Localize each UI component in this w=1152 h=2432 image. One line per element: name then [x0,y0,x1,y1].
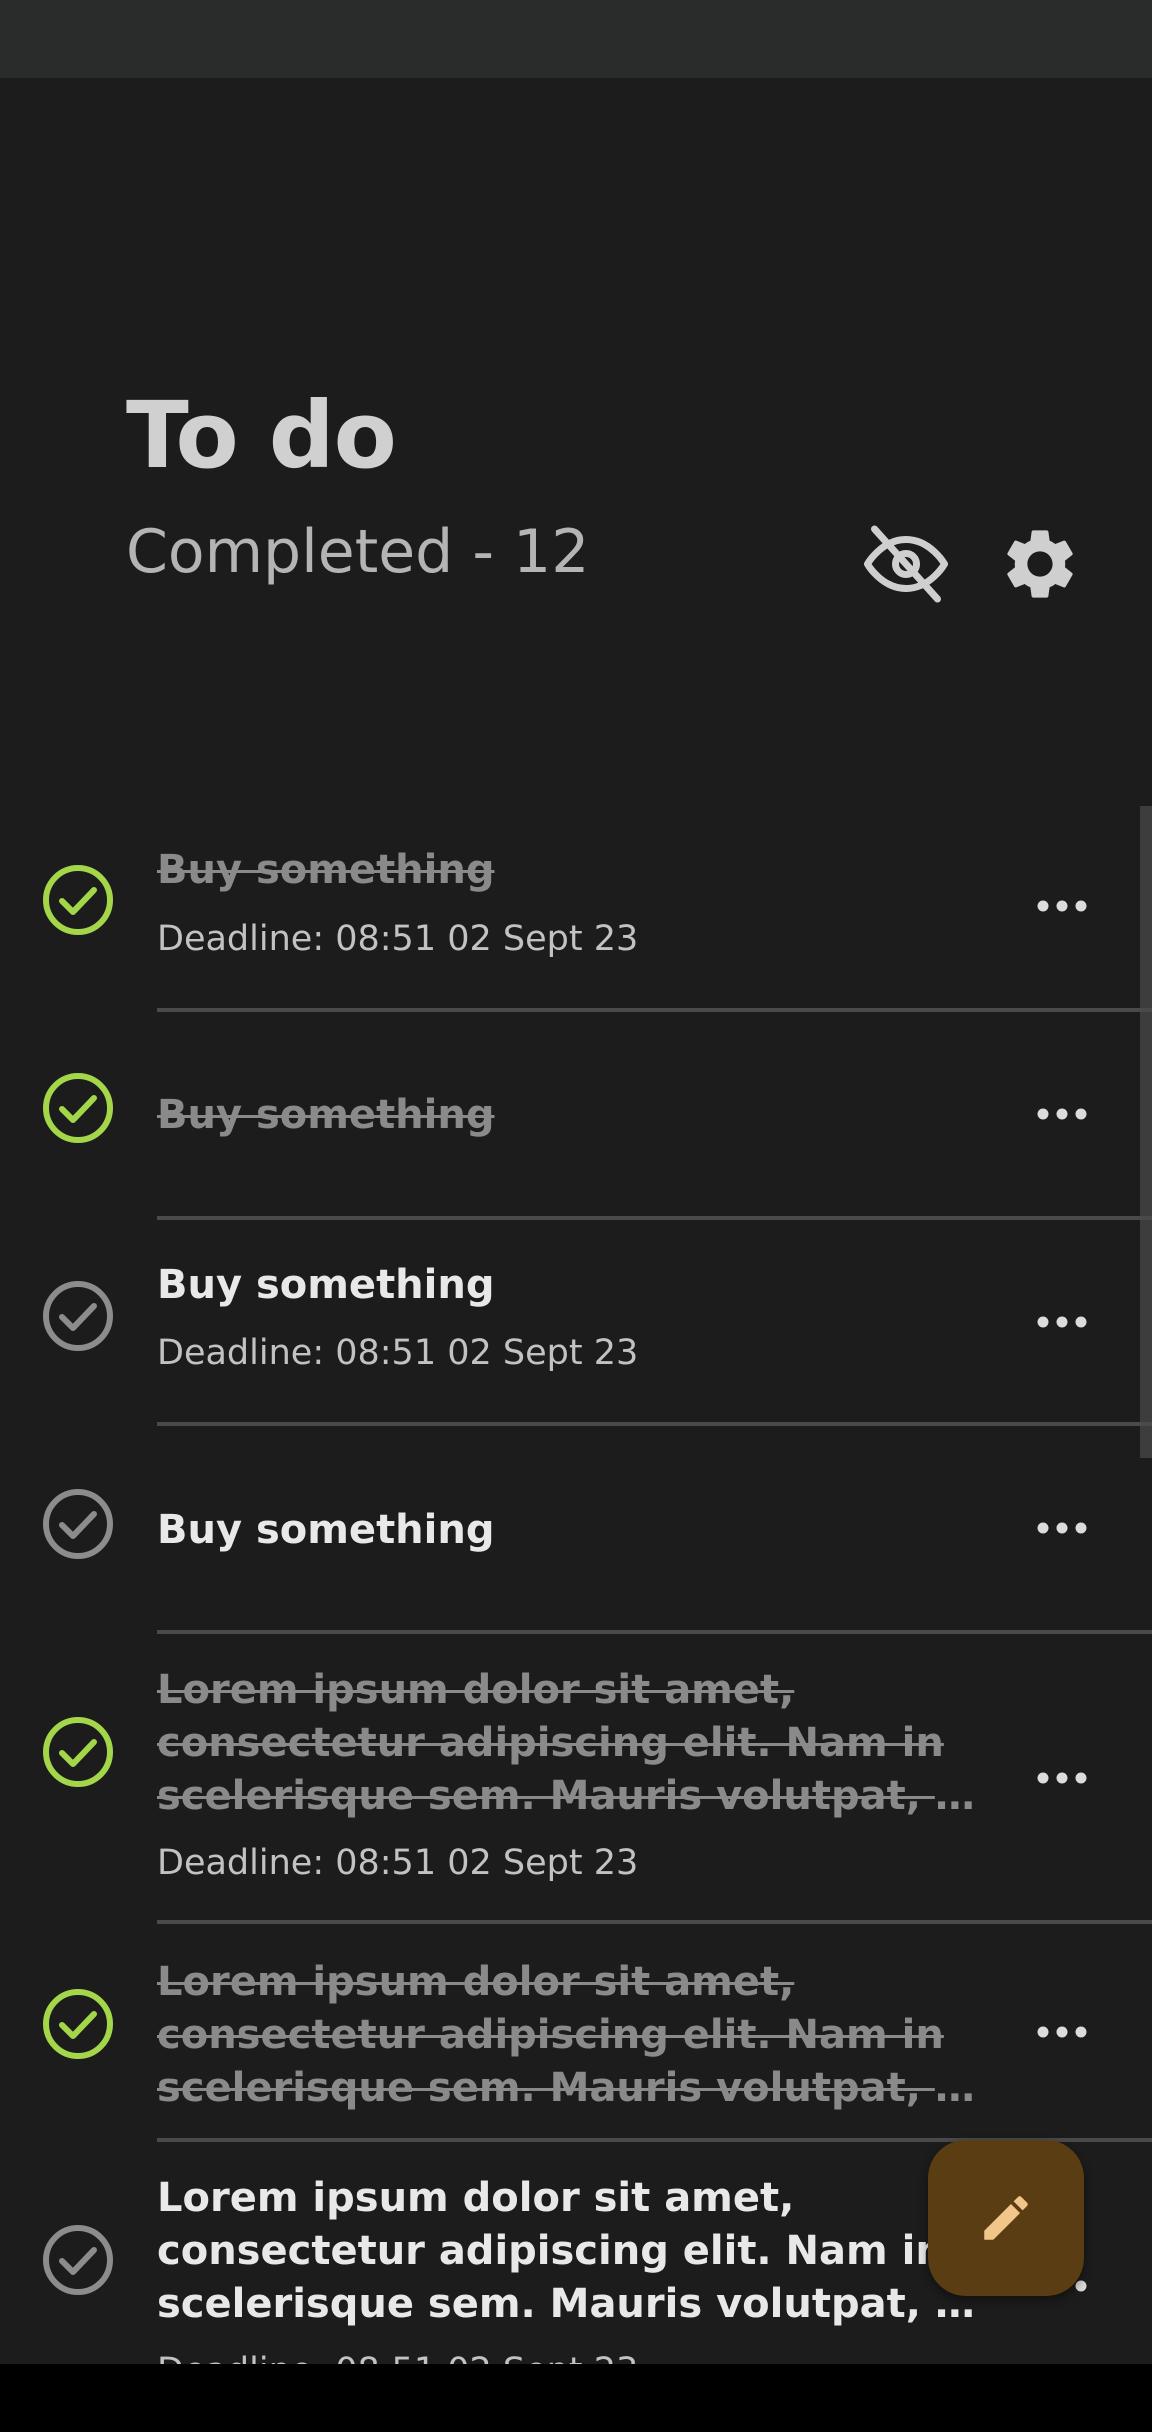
task-title: Buy something [157,1092,495,1138]
divider [157,1422,1152,1426]
more-options-button[interactable] [1030,886,1094,926]
check-circle-icon[interactable] [40,1714,116,1790]
eye-off-icon [864,525,948,603]
divider [157,1920,1152,1924]
task-deadline: Deadline: 08:51 02 Sept 23 [157,1843,639,1883]
page-title: To do [126,382,397,489]
hide-completed-button[interactable] [850,508,962,620]
task-title-line: consectetur adipiscing elit. Nam in [157,1720,944,1766]
task-title-line: Lorem ipsum dolor sit amet, [157,2175,795,2221]
status-bar [0,0,1152,78]
task-title: Lorem ipsum dolor sit amet, consectetur … [157,1956,987,2115]
task-title-line: Lorem ipsum dolor sit amet, [157,1959,795,2005]
task-title-line: scelerisque sem. Mauris volutpat, do… [157,2281,987,2327]
check-circle-outline-icon[interactable] [40,2222,116,2298]
task-title: Buy something [157,847,495,893]
scrollbar[interactable] [1140,806,1152,1458]
more-horizontal-icon [1037,900,1087,912]
add-task-button[interactable] [928,2140,1084,2296]
task-title-line: consectetur adipiscing elit. Nam in [157,2228,944,2274]
task-title-line: consectetur adipiscing elit. Nam in [157,2012,944,2058]
check-circle-icon[interactable] [40,862,116,938]
more-options-button[interactable] [1030,1508,1094,1548]
divider [157,1008,1152,1012]
more-horizontal-icon [1037,2026,1087,2038]
task-title: Buy something [157,1507,495,1553]
check-circle-outline-icon[interactable] [40,1486,116,1562]
more-horizontal-icon [1037,1316,1087,1328]
more-options-button[interactable] [1030,1302,1094,1342]
more-options-button[interactable] [1030,2012,1094,2052]
task-deadline: Deadline: 08:51 02 Sept 23 [157,1333,639,1373]
task-title-line: scelerisque sem. Mauris volutpat, do… [157,2065,987,2111]
divider [157,1630,1152,1634]
check-circle-outline-icon[interactable] [40,1278,116,1354]
task-title-line: scelerisque sem. Mauris volutpat, do… [157,1773,987,1819]
todo-screen: To do Completed - 12 Buy something Deadl… [0,0,1152,2432]
divider [157,1216,1152,1220]
more-horizontal-icon [1037,1108,1087,1120]
task-title: Buy something [157,1262,495,1308]
navigation-bar [0,2364,1152,2432]
gear-icon [1007,530,1073,598]
more-options-button[interactable] [1030,1758,1094,1798]
task-title: Lorem ipsum dolor sit amet, consectetur … [157,2172,987,2331]
task-title-line: Lorem ipsum dolor sit amet, [157,1667,795,1713]
check-circle-icon[interactable] [40,1070,116,1146]
check-circle-icon[interactable] [40,1986,116,2062]
pencil-icon [984,2196,1028,2240]
more-horizontal-icon [1037,1522,1087,1534]
more-horizontal-icon [1037,1772,1087,1784]
settings-button[interactable] [990,508,1090,620]
more-options-button[interactable] [1030,1094,1094,1134]
completed-count: Completed - 12 [126,517,590,587]
task-deadline: Deadline: 08:51 02 Sept 23 [157,919,639,959]
task-title: Lorem ipsum dolor sit amet, consectetur … [157,1664,987,1823]
